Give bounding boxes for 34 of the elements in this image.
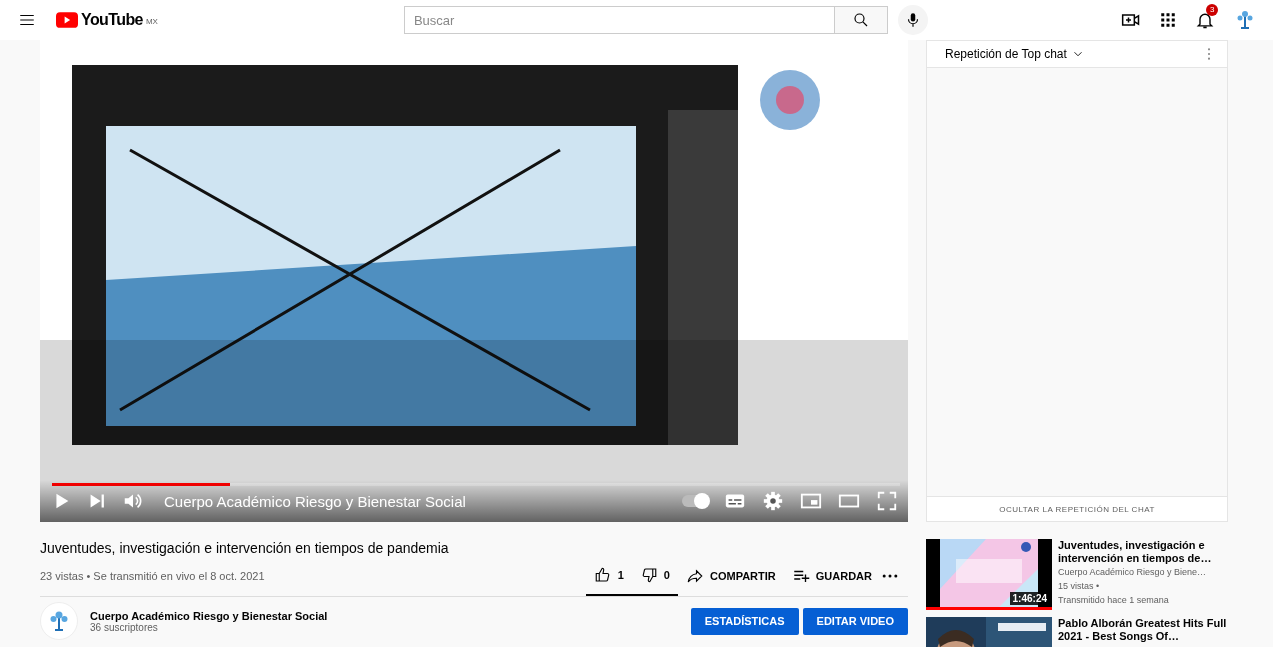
share-button[interactable]: COMPARTIR [677,556,784,596]
channel-name[interactable]: Cuerpo Académico Riesgo y Bienestar Social [90,609,328,622]
channel-action-button[interactable]: EDITAR VIDEO [802,607,908,635]
recommended-video-title[interactable]: Juventudes, investigación e intervención en tiempos de… [1058,539,1228,565]
autoplay-toggle[interactable] [682,495,708,507]
apps-grid-icon[interactable] [1159,11,1177,29]
search-icon [851,11,870,29]
search-field[interactable]: Buscar [403,6,834,34]
thumbs-up-icon [593,566,612,584]
channel-action-button[interactable]: ESTADÍSTICAS [690,607,799,635]
play-logo-icon[interactable] [56,12,78,28]
like-button[interactable]: 1 [585,556,632,594]
chat-mode-dropdown[interactable]: Repetición de Top chat [945,47,1085,61]
subscriber-count: 36 suscriptores [90,621,159,633]
country-code: MX [145,17,158,26]
recommended-channel-name: Cuerpo Académico Riesgo y Biene… [1058,566,1208,579]
fullscreen-icon[interactable] [876,490,898,512]
video-title: Juventudes, investigación e intervención en tiempos de pandemia [40,540,450,556]
view-count: 15 vistas • [1058,580,1101,593]
notification-count: 3 [1206,4,1219,16]
share-icon [685,567,704,585]
search-button[interactable] [833,6,888,34]
microphone-button[interactable] [897,5,928,35]
duration-label: 1:46:24 [1009,592,1050,605]
hide-chat-button[interactable]: OCULTAR LA REPETICIÓN DEL CHAT [927,497,1227,521]
channel-avatar[interactable] [40,602,78,640]
save-button[interactable]: GUARDAR [783,556,880,596]
dislike-button[interactable]: 0 [631,556,678,594]
video-meta: 23 vistas • Se transmitió en vivo el 8 oct. 2021 [40,570,265,582]
stream-age: Transmitido hace 1 semana [1058,594,1170,607]
settings-icon[interactable] [762,490,784,512]
recommended-video-title[interactable]: Pablo Alborán Greatest Hits Full 2021 - Best Songs Of… [1058,617,1228,643]
video-overlay-title: Cuerpo Académico Riesgo y Bienestar Social [164,492,466,510]
logo-text[interactable]: YouTube [81,11,143,29]
